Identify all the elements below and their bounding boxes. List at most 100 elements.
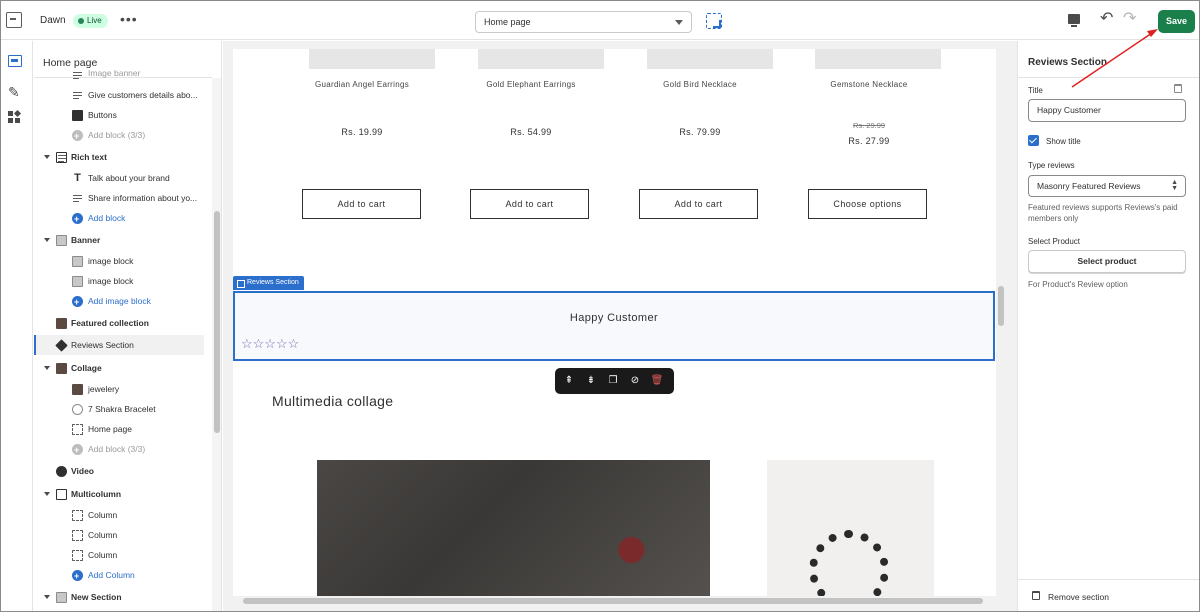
add-icon bbox=[72, 566, 83, 585]
live-status-badge: Live bbox=[73, 14, 108, 28]
button-icon bbox=[72, 110, 83, 121]
collage-icon bbox=[56, 363, 67, 374]
product-price: Rs. 54.99 bbox=[510, 127, 552, 137]
product-image[interactable] bbox=[478, 49, 604, 69]
column-icon bbox=[72, 510, 83, 521]
move-up-icon[interactable]: ⇞ bbox=[562, 374, 576, 388]
remove-section-button[interactable]: Remove section bbox=[1048, 592, 1109, 602]
page-selector[interactable]: Home page bbox=[475, 11, 692, 33]
duplicate-icon[interactable]: ❐ bbox=[606, 374, 620, 388]
title-input[interactable]: Happy Customer bbox=[1028, 99, 1186, 122]
sidebar-item-buttons[interactable]: Buttons bbox=[34, 105, 212, 125]
sidebar-item-add-block-rich-text[interactable]: Add block bbox=[34, 208, 212, 228]
collection-icon bbox=[72, 384, 83, 395]
page-selector-value: Home page bbox=[484, 17, 531, 27]
sidebar-item-image-block[interactable]: image block bbox=[34, 251, 212, 271]
sidebar-item-video[interactable]: Video bbox=[34, 461, 212, 481]
sidebar-item-rich-text[interactable]: Rich text bbox=[34, 147, 212, 167]
choose-options-button[interactable]: Choose options bbox=[808, 189, 927, 219]
chevron-down-icon[interactable] bbox=[44, 238, 50, 242]
settings-title: Reviews Section bbox=[1028, 57, 1107, 68]
delete-icon[interactable]: 🗑 bbox=[650, 374, 664, 388]
sidebar-item-jewelery[interactable]: jewelery bbox=[34, 379, 212, 399]
sidebar-item-add-block[interactable]: Add block (3/3) bbox=[34, 125, 212, 145]
desktop-view-icon[interactable] bbox=[1068, 14, 1080, 27]
image-icon bbox=[56, 235, 67, 246]
product-image[interactable] bbox=[647, 49, 773, 69]
sidebar-item-add-image-block[interactable]: Add image block bbox=[34, 291, 212, 311]
preview-scrollbar-thumb[interactable] bbox=[998, 286, 1004, 326]
save-button[interactable]: Save bbox=[1158, 10, 1195, 33]
sidebar-item-collage[interactable]: Collage bbox=[34, 358, 212, 378]
sections-icon[interactable] bbox=[8, 55, 22, 67]
reviews-section-block[interactable]: Happy Customer ☆☆☆☆☆ bbox=[233, 291, 995, 361]
product-name[interactable]: Gold Bird Necklace bbox=[620, 80, 780, 89]
image-icon bbox=[72, 276, 83, 287]
chevron-down-icon[interactable] bbox=[44, 155, 50, 159]
product-image[interactable] bbox=[815, 49, 941, 69]
sidebar-item-column[interactable]: Column bbox=[34, 525, 212, 545]
show-title-label: Show title bbox=[1046, 137, 1081, 146]
product-name[interactable]: Gold Elephant Earrings bbox=[451, 80, 611, 89]
chevron-down-icon[interactable] bbox=[44, 595, 50, 599]
select-product-button[interactable]: Select product bbox=[1028, 250, 1186, 273]
sidebar-item-image-block[interactable]: image block bbox=[34, 271, 212, 291]
editor-top-bar: Dawn Live ••• Home page ↶ ↷ Save bbox=[0, 0, 1200, 40]
chevron-down-icon[interactable] bbox=[44, 366, 50, 370]
product-name[interactable]: Guardian Angel Earrings bbox=[282, 80, 442, 89]
add-to-cart-button[interactable]: Add to cart bbox=[639, 189, 758, 219]
database-icon[interactable] bbox=[1174, 84, 1182, 93]
sidebar-item-label: Buttons bbox=[88, 110, 117, 120]
sidebar-item-label: Add image block bbox=[88, 296, 151, 306]
sidebar-item-banner[interactable]: Banner bbox=[34, 230, 212, 250]
column-icon bbox=[72, 550, 83, 561]
product-name[interactable]: Gemstone Necklace bbox=[789, 80, 949, 89]
show-title-checkbox[interactable] bbox=[1028, 135, 1039, 146]
preview-horizontal-scrollbar-thumb[interactable] bbox=[243, 598, 983, 604]
sidebar-item-shakra-bracelet[interactable]: 7 Shakra Bracelet bbox=[34, 399, 212, 419]
sidebar-item-image-banner[interactable]: Image banner bbox=[34, 68, 212, 82]
sidebar-item-home-page[interactable]: Home page bbox=[34, 419, 212, 439]
more-actions-button[interactable]: ••• bbox=[120, 12, 138, 26]
star-rating-icon: ☆☆☆☆☆ bbox=[241, 336, 300, 351]
undo-button[interactable]: ↶ bbox=[1100, 11, 1113, 27]
inspector-select-icon[interactable] bbox=[706, 13, 722, 29]
trash-icon[interactable] bbox=[1032, 591, 1040, 600]
theme-settings-icon[interactable]: ✎ bbox=[8, 85, 20, 99]
select-arrows-icon: ▲ ▼ bbox=[1171, 179, 1178, 192]
app-embeds-icon[interactable] bbox=[8, 109, 22, 125]
sidebar-item-label: Column bbox=[88, 510, 118, 520]
sidebar-scrollbar-thumb[interactable] bbox=[214, 211, 220, 433]
rich-text-icon bbox=[56, 152, 67, 163]
hide-icon[interactable]: ⊘ bbox=[628, 374, 642, 388]
chevron-down-icon[interactable] bbox=[44, 492, 50, 496]
collage-image-large[interactable] bbox=[317, 460, 710, 604]
add-to-cart-button[interactable]: Add to cart bbox=[302, 189, 421, 219]
reviews-section-tab[interactable]: Reviews Section bbox=[233, 276, 304, 290]
sidebar-item-give-customers[interactable]: Give customers details abo... bbox=[34, 85, 212, 105]
reviews-title: Happy Customer bbox=[569, 312, 659, 324]
sidebar-item-add-column[interactable]: Add Column bbox=[34, 565, 212, 585]
exit-icon[interactable] bbox=[6, 12, 22, 28]
sidebar-item-label: jewelery bbox=[88, 384, 120, 394]
left-icon-rail: ✎ bbox=[0, 41, 33, 612]
sidebar-item-share-information[interactable]: Share information about yo... bbox=[34, 188, 212, 208]
sidebar-item-add-block-collage[interactable]: Add block (3/3) bbox=[34, 439, 212, 459]
sidebar-item-column[interactable]: Column bbox=[34, 505, 212, 525]
type-reviews-label: Type reviews bbox=[1028, 161, 1075, 170]
sidebar-item-column[interactable]: Column bbox=[34, 545, 212, 565]
sidebar-item-label: Column bbox=[88, 550, 118, 560]
sidebar-item-new-section[interactable]: New Section bbox=[34, 587, 212, 607]
title-label: Title bbox=[1028, 86, 1043, 95]
sidebar-item-featured-collection[interactable]: Featured collection bbox=[34, 313, 212, 333]
product-image[interactable] bbox=[309, 49, 435, 69]
add-to-cart-button[interactable]: Add to cart bbox=[470, 189, 589, 219]
move-down-icon[interactable]: ⇟ bbox=[584, 374, 598, 388]
sidebar-item-talk-about-brand[interactable]: T Talk about your brand bbox=[34, 168, 212, 188]
redo-button[interactable]: ↷ bbox=[1123, 11, 1136, 27]
type-reviews-select[interactable]: Masonry Featured Reviews ▲ ▼ bbox=[1028, 175, 1186, 197]
sidebar-item-multicolumn[interactable]: Multicolumn bbox=[34, 484, 212, 504]
sidebar-item-reviews-section[interactable]: Reviews Section bbox=[34, 335, 204, 355]
collage-image-bracelet[interactable] bbox=[767, 460, 934, 604]
bracelet-image bbox=[809, 530, 889, 604]
